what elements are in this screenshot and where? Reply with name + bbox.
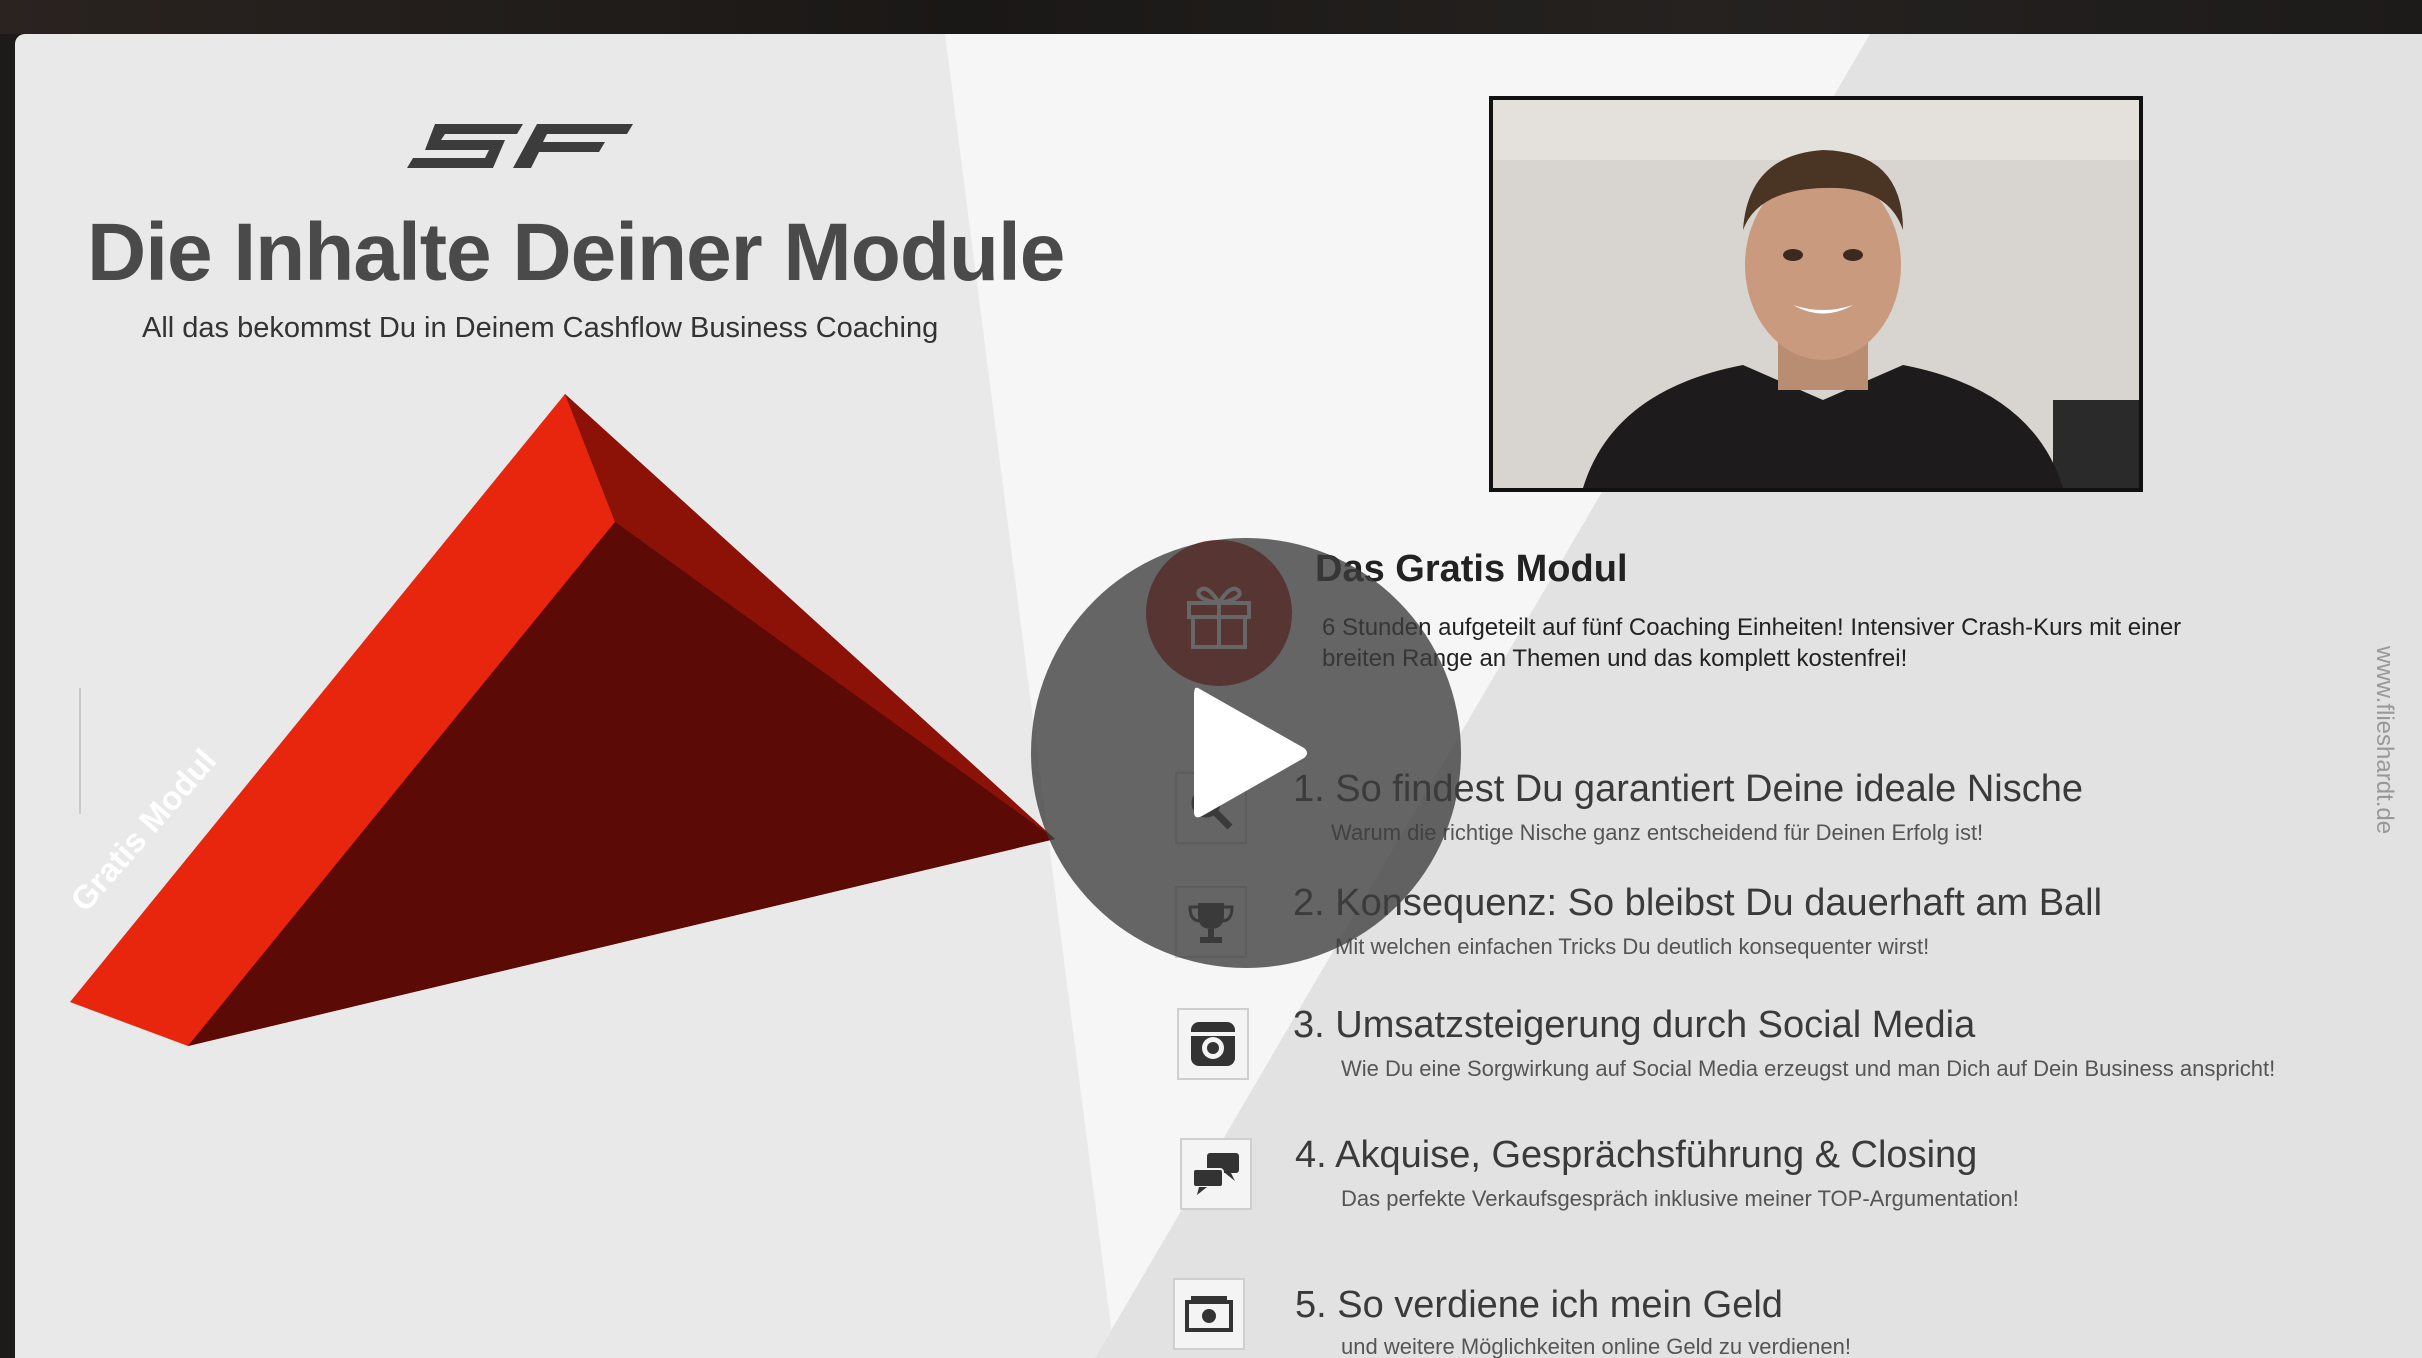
- play-icon: [1194, 687, 1307, 818]
- instagram-icon: [1177, 1008, 1249, 1080]
- video-slide[interactable]: Die Inhalte Deiner Module All das bekomm…: [15, 34, 2422, 1358]
- module-3-title: 3. Umsatzsteigerung durch Social Media: [1293, 1004, 1976, 1046]
- top-bar: [0, 0, 2422, 34]
- chat-bubbles-icon: [1180, 1138, 1252, 1210]
- module-2-title: 2. Konsequenz: So bleibst Du dauerhaft a…: [1293, 882, 2103, 924]
- module-2-description: Mit welchen einfachen Tricks Du deutlich…: [1335, 934, 1930, 959]
- play-button[interactable]: [1031, 538, 1461, 968]
- module-5-description: und weitere Möglichkeiten online Geld zu…: [1341, 1334, 1851, 1358]
- gratis-module-description: 6 Stunden aufgeteilt auf fünf Coaching E…: [1322, 614, 2182, 672]
- module-5-title: 5. So verdiene ich mein Geld: [1295, 1284, 1783, 1326]
- website-url: www.flieshardt.de: [2371, 646, 2398, 835]
- module-4-description: Das perfekte Verkaufsgespräch inklusive …: [1341, 1186, 2019, 1211]
- pyramid-graphic: [70, 394, 1055, 1046]
- webcam-video: [1489, 96, 2143, 492]
- module-3-description: Wie Du eine Sorgwirkung auf Social Media…: [1341, 1056, 2276, 1081]
- money-icon: [1173, 1278, 1245, 1350]
- module-4-title: 4. Akquise, Gesprächsführung & Closing: [1295, 1134, 1978, 1176]
